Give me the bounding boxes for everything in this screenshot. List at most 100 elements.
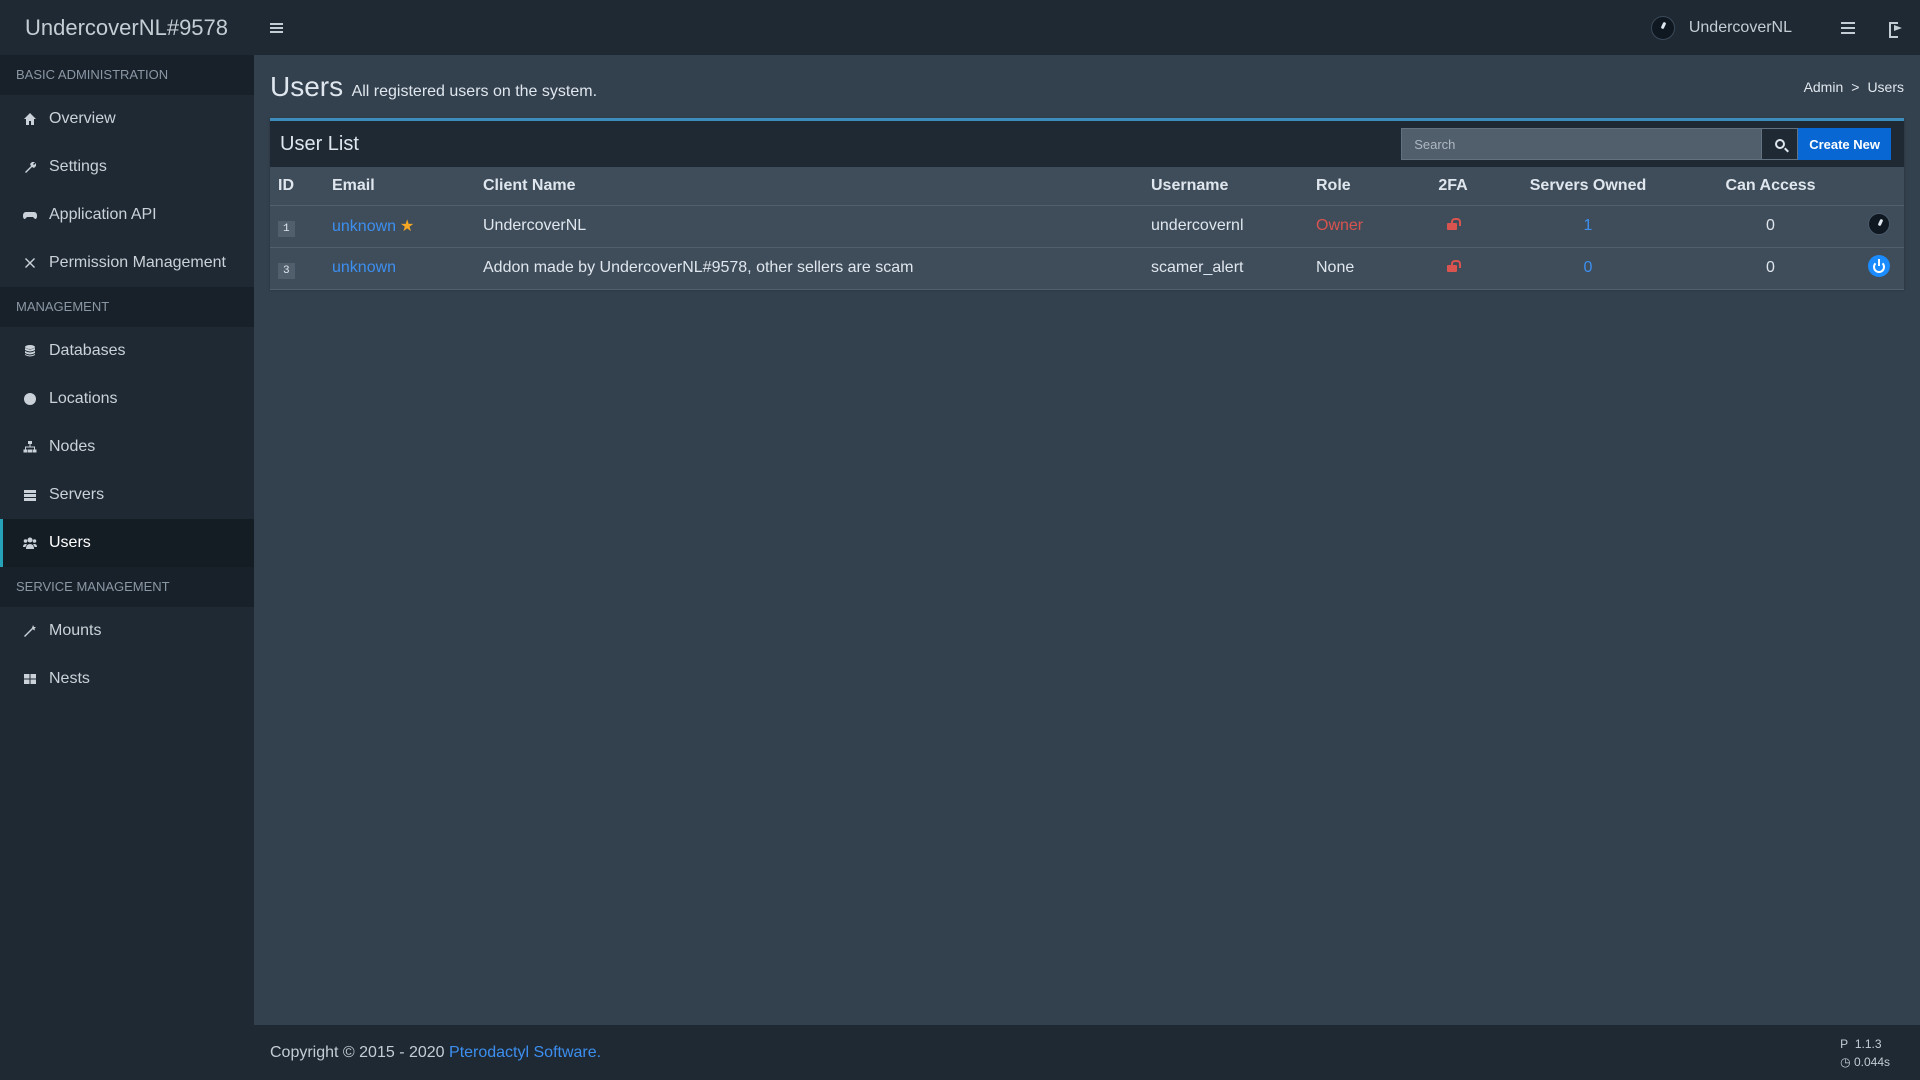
user-list-box: User List Create New ID Email Client Nam… xyxy=(270,118,1904,290)
sidebar-item-permission-management[interactable]: Permission Management xyxy=(0,239,254,287)
sidebar-item-users[interactable]: Users xyxy=(0,519,254,567)
sidebar-item-nests[interactable]: Nests xyxy=(0,655,254,703)
sidebar-item-label: Mounts xyxy=(49,622,102,639)
col-servers-owned: Servers Owned xyxy=(1488,167,1688,206)
sidebar-header-service: SERVICE MANAGEMENT xyxy=(0,567,254,607)
star-icon: ★ xyxy=(400,218,415,235)
table-header-row: ID Email Client Name Username Role 2FA S… xyxy=(270,167,1904,206)
server-icon xyxy=(1841,21,1855,34)
th-large-icon xyxy=(22,671,38,687)
topbar: UndercoverNL#9578 UndercoverNL xyxy=(0,0,1920,55)
cell-client-name: UndercoverNL xyxy=(475,205,1143,248)
brand-title[interactable]: UndercoverNL#9578 xyxy=(0,0,254,55)
user-id: 3 xyxy=(278,263,295,279)
sidebar-item-label: Nests xyxy=(49,670,90,687)
user-avatar[interactable] xyxy=(1650,15,1675,40)
cell-username: undercovernl xyxy=(1143,205,1308,248)
page-title: Users xyxy=(270,71,344,102)
cell-servers-owned: 1 xyxy=(1488,205,1688,248)
main-content: Users All registered users on the system… xyxy=(254,55,1920,1025)
gamepad-icon xyxy=(22,207,38,223)
logout-button[interactable] xyxy=(1872,0,1920,55)
close-x-icon xyxy=(22,255,38,271)
sidebar-item-settings[interactable]: Settings xyxy=(0,143,254,191)
cell-2fa xyxy=(1418,247,1488,290)
table-row: 1 unknown ★ UndercoverNL undercovernl Own… xyxy=(270,205,1904,248)
user-id: 1 xyxy=(278,221,295,237)
footer-copyright: Copyright © 2015 - 2020 xyxy=(270,1043,445,1061)
footer-meta: P 1.1.3 ◷ 0.044s xyxy=(1840,1035,1890,1071)
sidebar-header-management: MANAGEMENT xyxy=(0,287,254,327)
search-input[interactable] xyxy=(1401,128,1763,160)
hamburger-icon xyxy=(269,26,283,29)
footer-company-link[interactable]: Pterodactyl Software. xyxy=(449,1044,601,1062)
logout-icon xyxy=(1889,21,1903,38)
breadcrumb-users: Users xyxy=(1867,79,1904,95)
unlock-icon xyxy=(1447,260,1461,272)
col-client-name: Client Name xyxy=(475,167,1143,206)
col-avatar xyxy=(1853,167,1904,206)
search-button[interactable] xyxy=(1762,128,1799,160)
cell-servers-owned: 0 xyxy=(1488,247,1688,290)
power-avatar-icon xyxy=(1867,254,1890,277)
sidebar-header-basic: BASIC ADMINISTRATION xyxy=(0,55,254,95)
col-username: Username xyxy=(1143,167,1308,206)
home-icon xyxy=(22,111,38,127)
cell-client-name: Addon made by UndercoverNL#9578, other s… xyxy=(475,247,1143,290)
table-row: 3 unknown Addon made by UndercoverNL#957… xyxy=(270,247,1904,290)
page-subtitle: All registered users on the system. xyxy=(351,83,598,100)
sitemap-icon xyxy=(22,439,38,455)
user-email-link[interactable]: unknown xyxy=(332,259,396,276)
pterodactyl-icon: P xyxy=(1840,1037,1849,1051)
users-icon xyxy=(22,535,38,551)
create-new-button[interactable]: Create New xyxy=(1798,128,1891,160)
top-username[interactable]: UndercoverNL xyxy=(1689,19,1792,37)
globe-icon xyxy=(22,391,38,407)
clock-icon: ◷ xyxy=(1840,1055,1851,1069)
breadcrumb-separator: > xyxy=(1851,79,1860,95)
servers-owned-link[interactable]: 1 xyxy=(1584,217,1593,234)
footer-version: 1.1.3 xyxy=(1854,1037,1882,1051)
database-icon xyxy=(22,343,38,359)
box-header: User List Create New xyxy=(270,121,1904,167)
cell-role: None xyxy=(1308,247,1418,290)
sidebar-toggle-button[interactable] xyxy=(261,0,291,55)
col-2fa: 2FA xyxy=(1418,167,1488,206)
sidebar-item-overview[interactable]: Overview xyxy=(0,95,254,143)
cell-avatar xyxy=(1853,247,1904,290)
footer-time: 0.044s xyxy=(1853,1055,1890,1069)
sidebar-item-label: Overview xyxy=(49,110,116,127)
sidebar: BASIC ADMINISTRATION Overview Settings A… xyxy=(0,55,254,1080)
users-table: ID Email Client Name Username Role 2FA S… xyxy=(270,167,1904,290)
sidebar-item-mounts[interactable]: Mounts xyxy=(0,607,254,655)
cell-email: unknown ★ xyxy=(324,205,475,248)
cell-role: Owner xyxy=(1308,205,1418,248)
server-icon xyxy=(22,487,38,503)
sidebar-item-label: Databases xyxy=(49,342,126,359)
servers-owned-link[interactable]: 0 xyxy=(1584,259,1593,276)
sidebar-item-application-api[interactable]: Application API xyxy=(0,191,254,239)
sidebar-item-label: Permission Management xyxy=(49,254,226,271)
unlock-icon xyxy=(1447,218,1461,230)
sidebar-item-nodes[interactable]: Nodes xyxy=(0,423,254,471)
search-icon xyxy=(1774,139,1785,149)
content-header: Users All registered users on the system… xyxy=(270,71,1904,111)
servers-button[interactable] xyxy=(1824,0,1872,55)
sidebar-item-databases[interactable]: Databases xyxy=(0,327,254,375)
col-can-access: Can Access xyxy=(1688,167,1853,206)
sidebar-item-servers[interactable]: Servers xyxy=(0,471,254,519)
cell-avatar xyxy=(1853,205,1904,248)
sidebar-item-label: Settings xyxy=(49,158,107,175)
box-title: User List xyxy=(280,132,359,155)
user-avatar-icon xyxy=(1867,212,1890,235)
cell-can-access: 0 xyxy=(1688,205,1853,248)
cell-can-access: 0 xyxy=(1688,247,1853,290)
sidebar-item-label: Nodes xyxy=(49,438,96,455)
sidebar-item-locations[interactable]: Locations xyxy=(0,375,254,423)
col-role: Role xyxy=(1308,167,1418,206)
user-email-link[interactable]: unknown xyxy=(332,218,396,235)
cell-email: unknown xyxy=(324,247,475,290)
breadcrumb-admin[interactable]: Admin xyxy=(1804,79,1844,95)
col-id: ID xyxy=(270,167,324,206)
magic-wand-icon xyxy=(22,623,38,639)
